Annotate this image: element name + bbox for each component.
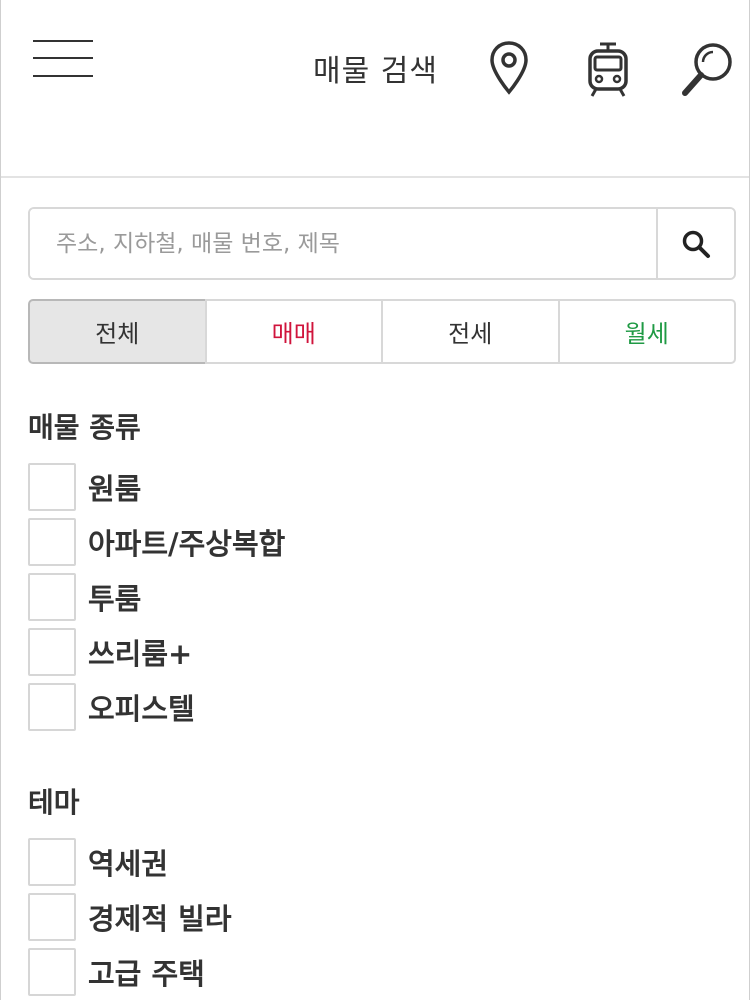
checkbox-label: 고급 주택 <box>88 957 205 991</box>
checkbox[interactable] <box>28 948 76 996</box>
checkbox[interactable] <box>28 683 76 731</box>
header: 매물 검색 <box>1 0 749 178</box>
app-page: 매물 검색 주소, 지하철, 매물 번호, 제목 전체 매매 전세 월세 매물 … <box>0 0 750 1000</box>
checkbox-row-two-room[interactable]: 투룸 <box>28 572 141 622</box>
map-pin-icon[interactable] <box>489 40 529 100</box>
checkbox-row-apartment[interactable]: 아파트/주상복합 <box>28 517 285 567</box>
checkbox[interactable] <box>28 838 76 886</box>
checkbox[interactable] <box>28 628 76 676</box>
checkbox[interactable] <box>28 573 76 621</box>
checkbox-label: 투룸 <box>88 582 142 616</box>
checkbox-row-officetel[interactable]: 오피스텔 <box>28 682 195 732</box>
search-input[interactable] <box>30 209 656 278</box>
checkbox-row-three-room[interactable]: 쓰리룸+ <box>28 627 192 677</box>
property-type-title: 매물 종류 <box>28 411 141 444</box>
search-button[interactable] <box>656 209 734 278</box>
checkbox-row-luxury-house[interactable]: 고급 주택 <box>28 947 205 997</box>
checkbox-label: 원룸 <box>88 472 142 506</box>
checkbox-label: 아파트/주상복합 <box>88 527 286 561</box>
deal-type-tabs: 전체 매매 전세 월세 <box>28 299 736 364</box>
magnifier-icon[interactable] <box>681 40 735 102</box>
menu-icon[interactable] <box>33 38 95 82</box>
checkbox-label: 역세권 <box>88 847 169 881</box>
tab-jeonse[interactable]: 전세 <box>381 299 560 364</box>
checkbox[interactable] <box>28 893 76 941</box>
checkbox[interactable] <box>28 518 76 566</box>
tab-all[interactable]: 전체 <box>28 299 207 364</box>
train-icon[interactable] <box>585 40 631 102</box>
search-bar <box>28 207 736 280</box>
checkbox-label: 경제적 빌라 <box>88 902 232 936</box>
tab-sale[interactable]: 매매 <box>204 299 383 364</box>
checkbox-row-one-room[interactable]: 원룸 <box>28 462 141 512</box>
checkbox-label: 쓰리룸+ <box>88 637 193 671</box>
checkbox-label: 오피스텔 <box>88 692 195 726</box>
theme-title: 테마 <box>28 786 80 819</box>
page-title: 매물 검색 <box>313 54 438 89</box>
checkbox[interactable] <box>28 463 76 511</box>
search-icon <box>682 230 710 258</box>
checkbox-row-economic-villa[interactable]: 경제적 빌라 <box>28 892 232 942</box>
tab-monthly-rent[interactable]: 월세 <box>557 299 736 364</box>
checkbox-row-station-area[interactable]: 역세권 <box>28 837 168 887</box>
